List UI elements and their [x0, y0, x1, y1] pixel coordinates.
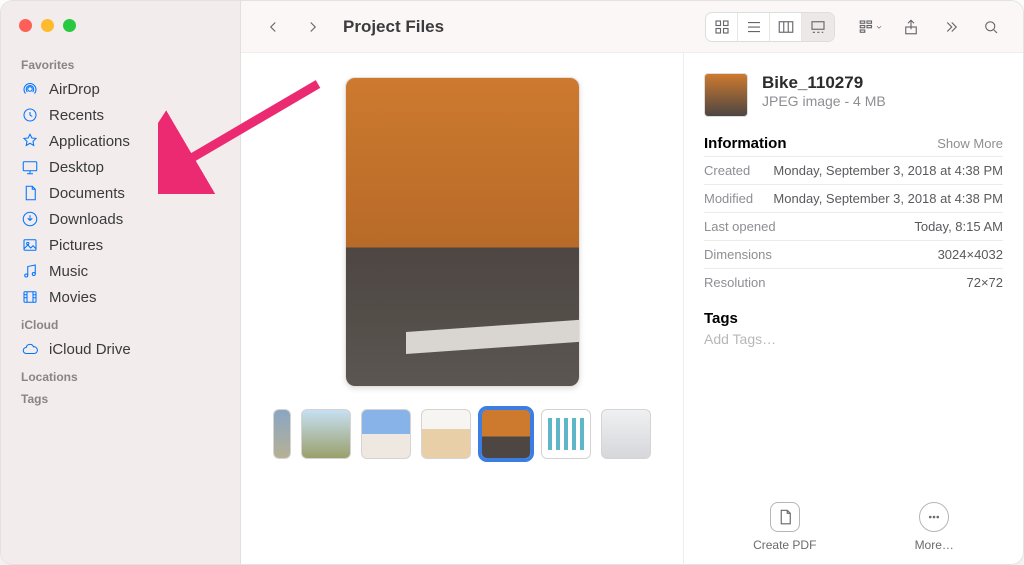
download-icon: [21, 210, 39, 228]
clock-icon: [21, 106, 39, 124]
info-row-resolution: Resolution72×72: [704, 268, 1003, 296]
sidebar-item-documents[interactable]: Documents: [15, 180, 230, 206]
airdrop-icon: [21, 80, 39, 98]
apps-icon: [21, 132, 39, 150]
window-title: Project Files: [343, 17, 444, 37]
sidebar-item-label: AirDrop: [49, 81, 100, 98]
file-name: Bike_110279: [762, 73, 886, 93]
sidebar-item-label: Downloads: [49, 211, 123, 228]
info-row-last-opened: Last openedToday, 8:15 AM: [704, 212, 1003, 240]
content-area: Bike_110279 JPEG image - 4 MB Informatio…: [241, 53, 1023, 564]
ellipsis-icon: [919, 502, 949, 532]
group-button[interactable]: [855, 13, 887, 41]
favorites-label: Favorites: [21, 58, 230, 72]
info-row-created: CreatedMonday, September 3, 2018 at 4:38…: [704, 156, 1003, 184]
music-icon: [21, 262, 39, 280]
sidebar-item-music[interactable]: Music: [15, 258, 230, 284]
more-action[interactable]: More…: [915, 502, 954, 552]
gallery-view-button[interactable]: [802, 13, 834, 41]
sidebar-item-desktop[interactable]: Desktop: [15, 154, 230, 180]
info-row-modified: ModifiedMonday, September 3, 2018 at 4:3…: [704, 184, 1003, 212]
icloud-icon: [21, 340, 39, 358]
icloud-label: iCloud: [21, 318, 230, 332]
close-button[interactable]: [19, 19, 32, 32]
share-button[interactable]: [895, 13, 927, 41]
sidebar-item-label: Pictures: [49, 237, 103, 254]
movies-icon: [21, 288, 39, 306]
info-row-dimensions: Dimensions3024×4032: [704, 240, 1003, 268]
info-header: Information Show More: [704, 135, 1003, 152]
thumbnail-item[interactable]: [273, 409, 291, 459]
list-view-button[interactable]: [738, 13, 770, 41]
sidebar-item-movies[interactable]: Movies: [15, 284, 230, 310]
sidebar-item-label: Recents: [49, 107, 104, 124]
search-button[interactable]: [975, 13, 1007, 41]
sidebar-item-pictures[interactable]: Pictures: [15, 232, 230, 258]
maximize-button[interactable]: [63, 19, 76, 32]
file-type-size: JPEG image - 4 MB: [762, 93, 886, 109]
thumbnail-item[interactable]: [541, 409, 591, 459]
thumbnail-strip: [273, 409, 651, 459]
create-pdf-action[interactable]: Create PDF: [753, 502, 816, 552]
forward-button[interactable]: [297, 13, 329, 41]
minimize-button[interactable]: [41, 19, 54, 32]
sidebar-item-label: iCloud Drive: [49, 341, 131, 358]
finder-window: Favorites AirDrop Recents Applications D…: [0, 0, 1024, 565]
pictures-icon: [21, 236, 39, 254]
tags-label: Tags: [21, 392, 230, 406]
thumbnail-item[interactable]: [421, 409, 471, 459]
info-title: Information: [704, 135, 787, 152]
sidebar-item-recents[interactable]: Recents: [15, 102, 230, 128]
show-more-link[interactable]: Show More: [937, 136, 1003, 151]
thumbnail-item[interactable]: [301, 409, 351, 459]
file-icon: [770, 502, 800, 532]
preview-column: [241, 53, 683, 564]
sidebar: Favorites AirDrop Recents Applications D…: [1, 1, 241, 564]
document-icon: [21, 184, 39, 202]
thumbnail-item[interactable]: [601, 409, 651, 459]
thumbnail-item-selected[interactable]: [481, 409, 531, 459]
file-header: Bike_110279 JPEG image - 4 MB: [704, 73, 1003, 117]
sidebar-item-label: Movies: [49, 289, 97, 306]
view-group: [705, 12, 835, 42]
file-mini-thumbnail: [704, 73, 748, 117]
sidebar-item-downloads[interactable]: Downloads: [15, 206, 230, 232]
main-panel: Project Files: [241, 1, 1023, 564]
icon-view-button[interactable]: [706, 13, 738, 41]
file-preview[interactable]: [345, 77, 580, 387]
toolbar: Project Files: [241, 1, 1023, 53]
sidebar-item-label: Music: [49, 263, 88, 280]
column-view-button[interactable]: [770, 13, 802, 41]
thumbnail-item[interactable]: [361, 409, 411, 459]
locations-label: Locations: [21, 370, 230, 384]
tags-header: Tags: [704, 310, 1003, 327]
tags-input[interactable]: Add Tags…: [704, 331, 1003, 347]
sidebar-item-applications[interactable]: Applications: [15, 128, 230, 154]
desktop-icon: [21, 158, 39, 176]
back-button[interactable]: [257, 13, 289, 41]
quick-actions: Create PDF More…: [704, 484, 1003, 552]
more-buttons-overflow[interactable]: [935, 13, 967, 41]
sidebar-item-airdrop[interactable]: AirDrop: [15, 76, 230, 102]
sidebar-item-label: Desktop: [49, 159, 104, 176]
details-panel: Bike_110279 JPEG image - 4 MB Informatio…: [683, 53, 1023, 564]
sidebar-item-label: Documents: [49, 185, 125, 202]
sidebar-item-label: Applications: [49, 133, 130, 150]
window-controls: [15, 15, 230, 50]
sidebar-item-icloud-drive[interactable]: iCloud Drive: [15, 336, 230, 362]
